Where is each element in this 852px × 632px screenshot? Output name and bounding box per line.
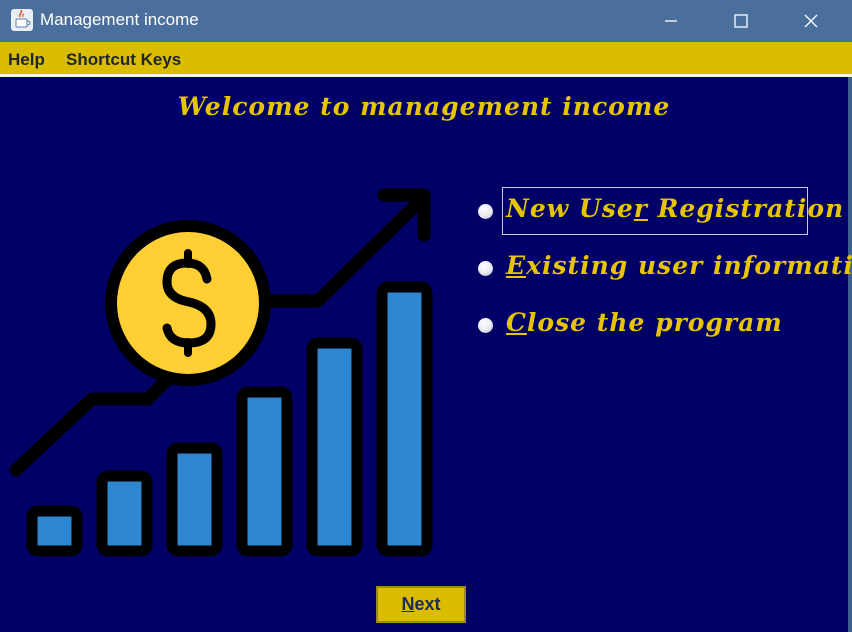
menu-shortcut-keys[interactable]: Shortcut Keys: [66, 50, 181, 70]
maximize-button[interactable]: [706, 0, 776, 42]
radio-close-the-program[interactable]: [478, 318, 493, 333]
label-new-user-registration[interactable]: New User Registration: [506, 194, 844, 223]
maximize-icon: [734, 14, 748, 28]
label-close-the-program[interactable]: Close the program: [506, 308, 783, 337]
label-existing-user-information[interactable]: Existing user information: [506, 251, 852, 280]
close-window-button[interactable]: [776, 0, 846, 42]
main-panel: Welcome to management income New User Re…: [0, 77, 852, 632]
next-button[interactable]: Next: [376, 586, 466, 623]
close-icon: [804, 14, 818, 28]
menu-help[interactable]: Help: [8, 50, 45, 70]
radio-new-user-registration[interactable]: [478, 204, 493, 219]
menu-bar: Help Shortcut Keys: [0, 42, 852, 77]
welcome-heading: Welcome to management income: [177, 92, 671, 121]
radio-existing-user-information[interactable]: [478, 261, 493, 276]
title-bar: Management income: [0, 0, 852, 42]
minimize-icon: [665, 20, 677, 22]
window-title: Management income: [40, 10, 199, 29]
java-app-icon: [11, 9, 33, 31]
growth-chart-dollar-icon: [9, 188, 433, 557]
minimize-button[interactable]: [636, 0, 706, 42]
